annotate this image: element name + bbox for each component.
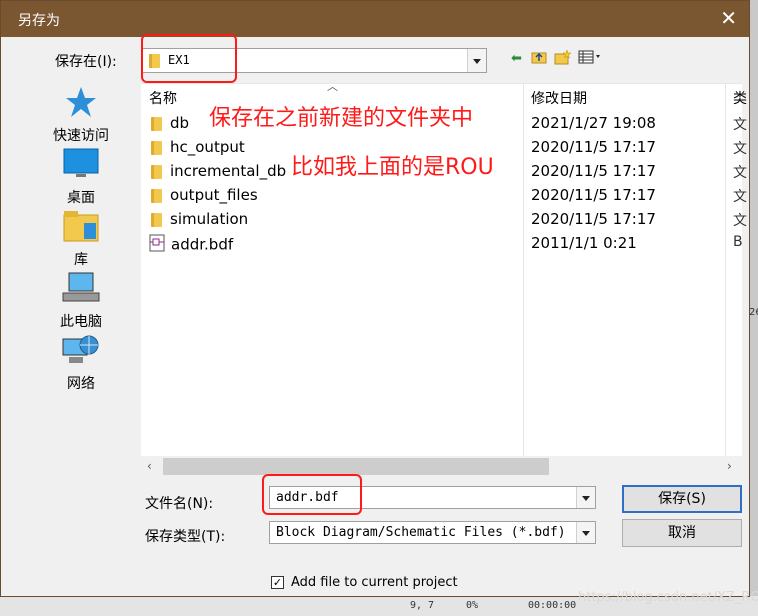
filetype-select[interactable]: Block Diagram/Schematic Files (*.bdf) [276,525,566,540]
save-button[interactable]: 保存(S) [622,485,742,513]
place-label: 此电脑 [60,314,102,330]
scroll-left-icon[interactable]: ‹ [147,459,152,473]
star-icon [41,85,121,123]
file-type: 文 [733,141,747,157]
place-this-pc[interactable]: 此电脑 [41,271,121,331]
annotation-text: 保存在之前新建的文件夹中 [209,106,474,131]
filename-label: 文件名(N): [145,496,214,512]
cancel-button[interactable]: 取消 [622,519,742,547]
add-to-project-checkbox[interactable]: ✓ [271,576,284,589]
close-button[interactable]: ✕ [720,6,737,30]
save-in-label: 保存在(I): [55,54,117,70]
highlight-box-folder [141,34,237,83]
folder-icon [151,164,162,179]
chevron-down-icon[interactable] [467,49,486,72]
up-folder-icon[interactable] [531,49,547,69]
scrollbar-thumb[interactable] [163,458,549,475]
dialog-title: 另存为 [18,13,60,29]
background-status-percent: 0% [466,600,479,611]
place-library[interactable]: 库 [41,209,121,269]
filetype-label: 保存类型(T): [145,529,226,545]
file-name: addr.bdf [171,235,234,254]
file-date: 2020/11/5 17:17 [531,210,656,228]
place-label: 网络 [67,376,95,392]
save-as-dialog: 另存为 ✕ 保存在(I): EX1 ⬅ 快速访问 桌面 库 此电脑 网络 ︿ 名… [0,0,750,597]
highlight-box-filename [262,474,362,515]
horizontal-scrollbar[interactable]: ‹ › [141,456,742,477]
background-fragment: 26 [749,307,758,318]
folder-icon [151,116,162,131]
background-status-time: 00:00:00 [528,600,577,611]
file-name: output_files [170,186,258,204]
place-label: 快速访问 [53,128,109,144]
file-date: 2020/11/5 17:17 [531,186,656,204]
file-date: 2011/1/1 0:21 [531,234,637,252]
file-type: 文 [733,165,747,181]
sort-arrow-icon: ︿ [327,80,338,93]
computer-icon [41,271,121,309]
library-icon [41,209,121,247]
back-icon[interactable]: ⬅ [511,49,522,69]
background-status-position: 9, 7 [410,600,435,611]
file-type: 文 [733,213,747,229]
filetype-combo[interactable]: Block Diagram/Schematic Files (*.bdf) [269,521,596,544]
bdf-file-icon [149,234,165,256]
file-name: simulation [170,210,249,228]
place-label: 桌面 [67,190,95,206]
file-list[interactable]: ︿ 名称 修改日期 类 db 2021/1/27 19:08 文 hc_outp… [141,80,747,477]
place-desktop[interactable]: 桌面 [41,147,121,207]
title-bar[interactable]: 另存为 ✕ [1,1,749,37]
place-quick-access[interactable]: 快速访问 [41,85,121,145]
folder-icon [151,212,162,227]
file-type: B [733,234,743,250]
new-folder-icon[interactable] [554,49,572,69]
column-header-type[interactable]: 类 [733,88,747,108]
column-header-name[interactable]: 名称 [149,88,177,108]
file-date: 2020/11/5 17:17 [531,162,656,180]
column-header-date[interactable]: 修改日期 [531,88,587,108]
network-icon [41,333,121,371]
annotation-text: 比如我上面的是ROU [291,155,494,180]
file-type: 文 [733,117,747,133]
file-name: db [170,114,190,132]
file-date: 2020/11/5 17:17 [531,138,656,156]
chevron-down-icon[interactable] [576,522,595,543]
folder-icon [151,140,162,155]
place-label: 库 [74,252,88,268]
file-row[interactable]: addr.bdf 2011/1/1 0:21 B [141,232,743,256]
file-row[interactable]: simulation 2020/11/5 17:17 文 [141,208,747,232]
watermark: https://blog.csdn.net/XZ_ROU [578,590,758,605]
view-menu-icon[interactable] [578,49,604,69]
folder-icon [151,188,162,203]
place-network[interactable]: 网络 [41,333,121,393]
file-date: 2021/1/27 19:08 [531,114,656,132]
scroll-right-icon[interactable]: › [727,459,732,473]
add-to-project-label: Add file to current project [291,575,458,590]
desktop-icon [41,147,121,185]
chevron-down-icon[interactable] [576,487,595,508]
file-name: hc_output [170,138,245,156]
file-type: 文 [733,189,747,205]
file-row[interactable]: output_files 2020/11/5 17:17 文 [141,184,747,208]
file-name: incremental_db [170,162,287,180]
